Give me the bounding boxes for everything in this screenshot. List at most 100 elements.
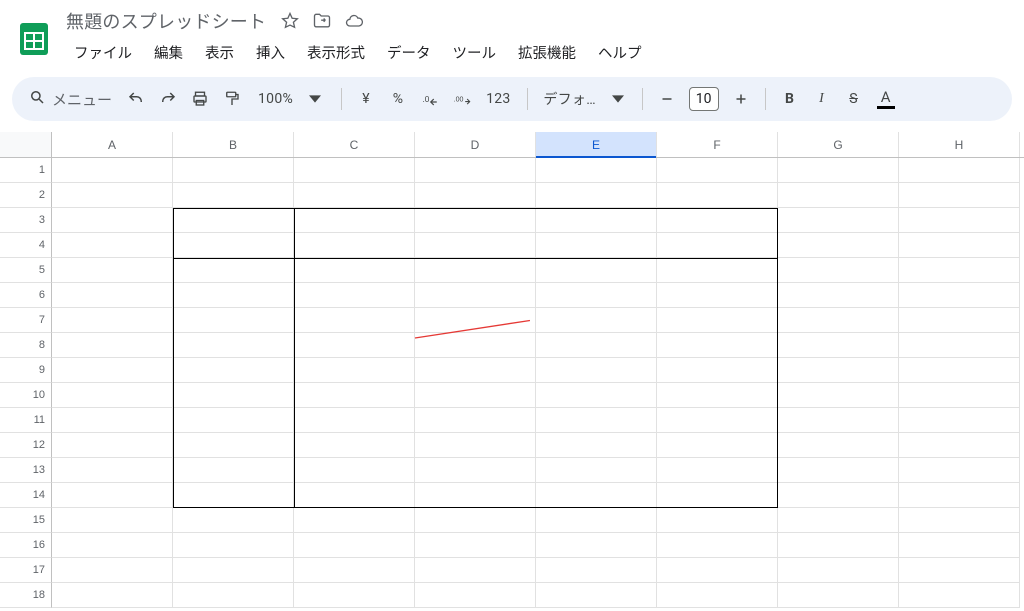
cell[interactable] [52, 208, 173, 233]
cell[interactable] [536, 433, 657, 458]
row-header[interactable]: 3 [0, 208, 52, 233]
menu-data[interactable]: データ [377, 38, 441, 67]
font-size-increase-button[interactable] [727, 84, 755, 114]
italic-button[interactable]: I [808, 84, 836, 114]
cell[interactable] [778, 233, 899, 258]
font-size-input[interactable]: 10 [689, 87, 719, 111]
cell[interactable] [415, 583, 536, 608]
cell[interactable] [415, 333, 536, 358]
cell[interactable] [294, 208, 415, 233]
cell[interactable] [173, 558, 294, 583]
star-icon[interactable] [280, 11, 300, 31]
cell[interactable] [173, 258, 294, 283]
cell[interactable] [415, 558, 536, 583]
cell[interactable] [173, 208, 294, 233]
row-header[interactable]: 14 [0, 483, 52, 508]
column-header[interactable]: H [899, 132, 1020, 157]
cell[interactable] [415, 283, 536, 308]
cell[interactable] [899, 308, 1020, 333]
cell[interactable] [415, 208, 536, 233]
cell[interactable] [899, 558, 1020, 583]
cell[interactable] [536, 458, 657, 483]
row-header[interactable]: 6 [0, 283, 52, 308]
cell[interactable] [173, 533, 294, 558]
row-header[interactable]: 18 [0, 583, 52, 608]
cell[interactable] [173, 183, 294, 208]
cell[interactable] [173, 283, 294, 308]
row-header[interactable]: 9 [0, 358, 52, 383]
cell[interactable] [294, 408, 415, 433]
cell[interactable] [52, 483, 173, 508]
cell[interactable] [657, 533, 778, 558]
cell[interactable] [173, 158, 294, 183]
cell[interactable] [173, 408, 294, 433]
redo-button[interactable] [154, 84, 182, 114]
cell[interactable] [52, 258, 173, 283]
cell[interactable] [52, 358, 173, 383]
cell[interactable] [536, 233, 657, 258]
cell[interactable] [899, 508, 1020, 533]
row-header[interactable]: 11 [0, 408, 52, 433]
row-header[interactable]: 15 [0, 508, 52, 533]
cell[interactable] [899, 158, 1020, 183]
cell[interactable] [899, 333, 1020, 358]
cell[interactable] [657, 558, 778, 583]
cell[interactable] [536, 308, 657, 333]
cell[interactable] [294, 483, 415, 508]
cell[interactable] [536, 333, 657, 358]
cell[interactable] [173, 583, 294, 608]
row-header[interactable]: 8 [0, 333, 52, 358]
bold-button[interactable]: B [776, 84, 804, 114]
cell[interactable] [536, 158, 657, 183]
cell[interactable] [52, 233, 173, 258]
menu-edit[interactable]: 編集 [144, 38, 193, 67]
cell[interactable] [657, 483, 778, 508]
cell[interactable] [294, 433, 415, 458]
cell[interactable] [294, 508, 415, 533]
cell[interactable] [415, 383, 536, 408]
cell[interactable] [657, 333, 778, 358]
cell[interactable] [899, 483, 1020, 508]
cell[interactable] [657, 158, 778, 183]
cell[interactable] [173, 358, 294, 383]
cell[interactable] [52, 458, 173, 483]
cell[interactable] [657, 358, 778, 383]
cell[interactable] [657, 183, 778, 208]
cell[interactable] [415, 433, 536, 458]
cell[interactable] [294, 358, 415, 383]
column-header[interactable]: B [173, 132, 294, 157]
cell[interactable] [173, 233, 294, 258]
cell[interactable] [536, 508, 657, 533]
cell[interactable] [657, 283, 778, 308]
cell[interactable] [536, 408, 657, 433]
cell[interactable] [778, 508, 899, 533]
menu-help[interactable]: ヘルプ [588, 38, 652, 67]
column-header[interactable]: C [294, 132, 415, 157]
menu-tools[interactable]: ツール [443, 38, 507, 67]
cell[interactable] [657, 258, 778, 283]
cell[interactable] [899, 583, 1020, 608]
row-header[interactable]: 7 [0, 308, 52, 333]
cell[interactable] [778, 533, 899, 558]
row-header[interactable]: 17 [0, 558, 52, 583]
percent-button[interactable]: % [384, 84, 412, 114]
cell[interactable] [536, 533, 657, 558]
cell[interactable] [536, 183, 657, 208]
cell[interactable] [294, 458, 415, 483]
row-header[interactable]: 12 [0, 433, 52, 458]
paint-format-button[interactable] [218, 84, 246, 114]
cell[interactable] [778, 208, 899, 233]
text-color-button[interactable]: A [872, 84, 900, 114]
menu-file[interactable]: ファイル [64, 38, 142, 67]
decrease-decimal-button[interactable]: .0 [416, 84, 444, 114]
cell[interactable] [778, 158, 899, 183]
cell[interactable] [657, 408, 778, 433]
cell[interactable] [899, 433, 1020, 458]
cell[interactable] [52, 583, 173, 608]
cell[interactable] [899, 358, 1020, 383]
row-header[interactable]: 5 [0, 258, 52, 283]
cell[interactable] [778, 383, 899, 408]
row-header[interactable]: 1 [0, 158, 52, 183]
font-size-decrease-button[interactable] [653, 84, 681, 114]
row-header[interactable]: 2 [0, 183, 52, 208]
